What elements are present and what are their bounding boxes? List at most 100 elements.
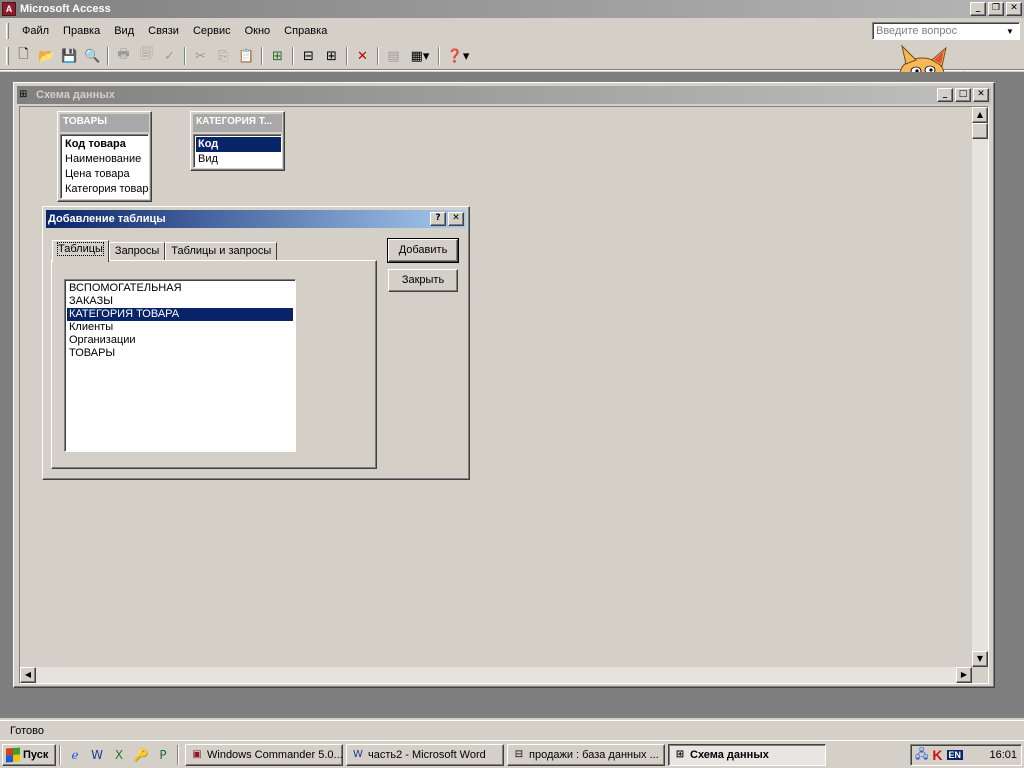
search-icon[interactable]: 🔍	[81, 45, 104, 67]
field-goods-category[interactable]: Категория товара	[63, 182, 148, 197]
scroll-left-icon[interactable]: ◀	[20, 667, 36, 683]
word-icon[interactable]: W	[86, 744, 108, 766]
relationships-window-title-bar[interactable]: ⊞ Схема данных _ □ ✕	[17, 86, 991, 104]
field-goods-code[interactable]: Код товара	[63, 137, 148, 152]
menu-tools[interactable]: Сервис	[186, 23, 238, 39]
toolbar-grip[interactable]	[6, 47, 9, 65]
maximize-icon[interactable]: □	[955, 88, 971, 102]
internet-explorer-icon[interactable]: ℯ	[64, 744, 86, 766]
delete-icon[interactable]: ✕	[351, 45, 374, 67]
tab-queries[interactable]: Запросы	[108, 242, 166, 261]
new-object-icon[interactable]: ▦▾	[405, 45, 435, 67]
list-item[interactable]: Клиенты	[67, 321, 293, 334]
show-table-icon[interactable]: ⊞	[266, 45, 289, 67]
language-indicator[interactable]: EN	[946, 750, 964, 760]
table-goods-title[interactable]: ТОВАРЫ	[60, 114, 149, 132]
toolbar: 🗋 📂 💾 🔍 🖶 🗐 ✓ ✂ ⎘ 📋 ⊞ ⊟ ⊞ ✕ ▤ ▦▾ ❓▾	[0, 44, 1024, 68]
publisher-icon[interactable]: P	[152, 744, 174, 766]
word-doc-icon: W	[353, 748, 363, 760]
add-button[interactable]: Добавить	[387, 238, 459, 263]
task-label: Windows Commander 5.0...	[207, 748, 343, 761]
paste-icon[interactable]: 📋	[235, 45, 258, 67]
access-app-icon[interactable]: A	[2, 2, 16, 16]
status-text: Готово	[10, 724, 44, 737]
taskbar: Пуск ℯ W X 🔑 P ▣ Windows Commander 5.0..…	[0, 740, 1024, 768]
ask-question-input[interactable]: Введите вопрос ▼	[872, 22, 1020, 40]
list-item[interactable]: ТОВАРЫ	[67, 347, 293, 360]
add-table-dialog-title-bar[interactable]: Добавление таблицы ? ✕	[46, 210, 466, 228]
restore-icon[interactable]: ❐	[988, 2, 1004, 16]
help-icon[interactable]: ?	[430, 212, 446, 226]
new-icon[interactable]: 🗋	[12, 45, 35, 67]
close-icon[interactable]: ✕	[1006, 2, 1022, 16]
tab-tables-label: Таблицы	[57, 242, 104, 256]
close-icon[interactable]: ✕	[973, 88, 989, 102]
menu-help[interactable]: Справка	[277, 23, 334, 39]
menu-grip[interactable]	[6, 23, 9, 39]
ask-question-placeholder: Введите вопрос	[876, 25, 958, 37]
scroll-up-icon[interactable]: ▲	[972, 107, 988, 123]
task-word-document[interactable]: W часть2 - Microsoft Word	[346, 743, 504, 766]
task-relationships[interactable]: ⊞ Схема данных	[668, 743, 826, 766]
vertical-scroll-thumb[interactable]	[972, 123, 988, 139]
excel-icon[interactable]: X	[108, 744, 130, 766]
task-database[interactable]: ⊟ продажи : база данных ...	[507, 743, 665, 766]
show-all-icon[interactable]: ⊞	[320, 45, 343, 67]
list-item[interactable]: ЗАКАЗЫ	[67, 295, 293, 308]
menu-edit[interactable]: Правка	[56, 23, 107, 39]
print-icon[interactable]: 🖶	[112, 45, 135, 67]
horizontal-scrollbar[interactable]: ◀ ▶	[20, 667, 972, 683]
task-label: продажи : база данных ...	[529, 748, 659, 761]
menu-file[interactable]: Файл	[15, 23, 56, 39]
status-bar: Готово	[0, 720, 1024, 740]
windows-logo-icon	[6, 747, 20, 762]
list-item[interactable]: Организации	[67, 334, 293, 347]
save-icon[interactable]: 💾	[58, 45, 81, 67]
properties-icon[interactable]: ▤	[382, 45, 405, 67]
copy-icon[interactable]: ⎘	[212, 45, 235, 67]
print-preview-icon[interactable]: 🗐	[135, 45, 158, 67]
task-windows-commander[interactable]: ▣ Windows Commander 5.0...	[185, 743, 343, 766]
show-direct-icon[interactable]: ⊟	[297, 45, 320, 67]
table-category-title[interactable]: КАТЕГОРИЯ Т...	[193, 114, 282, 132]
tab-tables-and-queries[interactable]: Таблицы и запросы	[165, 242, 278, 261]
field-category-kind[interactable]: Вид	[196, 152, 281, 167]
menu-view[interactable]: Вид	[107, 23, 141, 39]
list-item-selected[interactable]: КАТЕГОРИЯ ТОВАРА	[67, 308, 293, 321]
table-listbox[interactable]: ВСПОМОГАТЕЛЬНАЯ ЗАКАЗЫ КАТЕГОРИЯ ТОВАРА …	[64, 279, 296, 452]
clock[interactable]: 16:01	[989, 749, 1017, 761]
minimize-icon[interactable]: _	[970, 2, 986, 16]
table-category[interactable]: КАТЕГОРИЯ Т... Код Вид	[190, 111, 285, 171]
relationships-icon[interactable]: ⊞	[19, 89, 33, 101]
field-goods-name[interactable]: Наименование	[63, 152, 148, 167]
field-goods-price[interactable]: Цена товара	[63, 167, 148, 182]
scroll-down-icon[interactable]: ▼	[972, 651, 988, 667]
access-icon[interactable]: 🔑	[130, 744, 152, 766]
tab-panel: ВСПОМОГАТЕЛЬНАЯ ЗАКАЗЫ КАТЕГОРИЯ ТОВАРА …	[51, 260, 377, 469]
scroll-right-icon[interactable]: ▶	[956, 667, 972, 683]
help-icon[interactable]: ❓▾	[443, 45, 473, 67]
close-button[interactable]: Закрыть	[388, 269, 458, 292]
task-label: Схема данных	[690, 748, 769, 761]
chevron-down-icon[interactable]: ▼	[1004, 27, 1016, 36]
toolbar-separator	[292, 47, 294, 65]
open-icon[interactable]: 📂	[35, 45, 58, 67]
start-label: Пуск	[23, 748, 49, 761]
field-category-code[interactable]: Код	[196, 137, 281, 152]
tab-tables[interactable]: Таблицы	[52, 240, 109, 262]
size-grip[interactable]	[972, 667, 988, 683]
network-icon[interactable]: 🖧	[915, 745, 928, 766]
start-button[interactable]: Пуск	[2, 743, 56, 766]
menu-window[interactable]: Окно	[238, 23, 278, 39]
menu-relationships[interactable]: Связи	[141, 23, 186, 39]
toolbar-separator	[346, 47, 348, 65]
close-icon[interactable]: ✕	[448, 212, 464, 226]
windows-commander-icon: ▣	[192, 748, 202, 760]
cut-icon[interactable]: ✂	[189, 45, 212, 67]
list-item[interactable]: ВСПОМОГАТЕЛЬНАЯ	[67, 282, 293, 295]
table-goods[interactable]: ТОВАРЫ Код товара Наименование Цена това…	[57, 111, 152, 202]
spelling-icon[interactable]: ✓	[158, 45, 181, 67]
kaspersky-icon[interactable]: K	[932, 747, 942, 763]
minimize-icon[interactable]: _	[937, 88, 953, 102]
vertical-scrollbar[interactable]: ▲ ▼	[972, 107, 988, 667]
